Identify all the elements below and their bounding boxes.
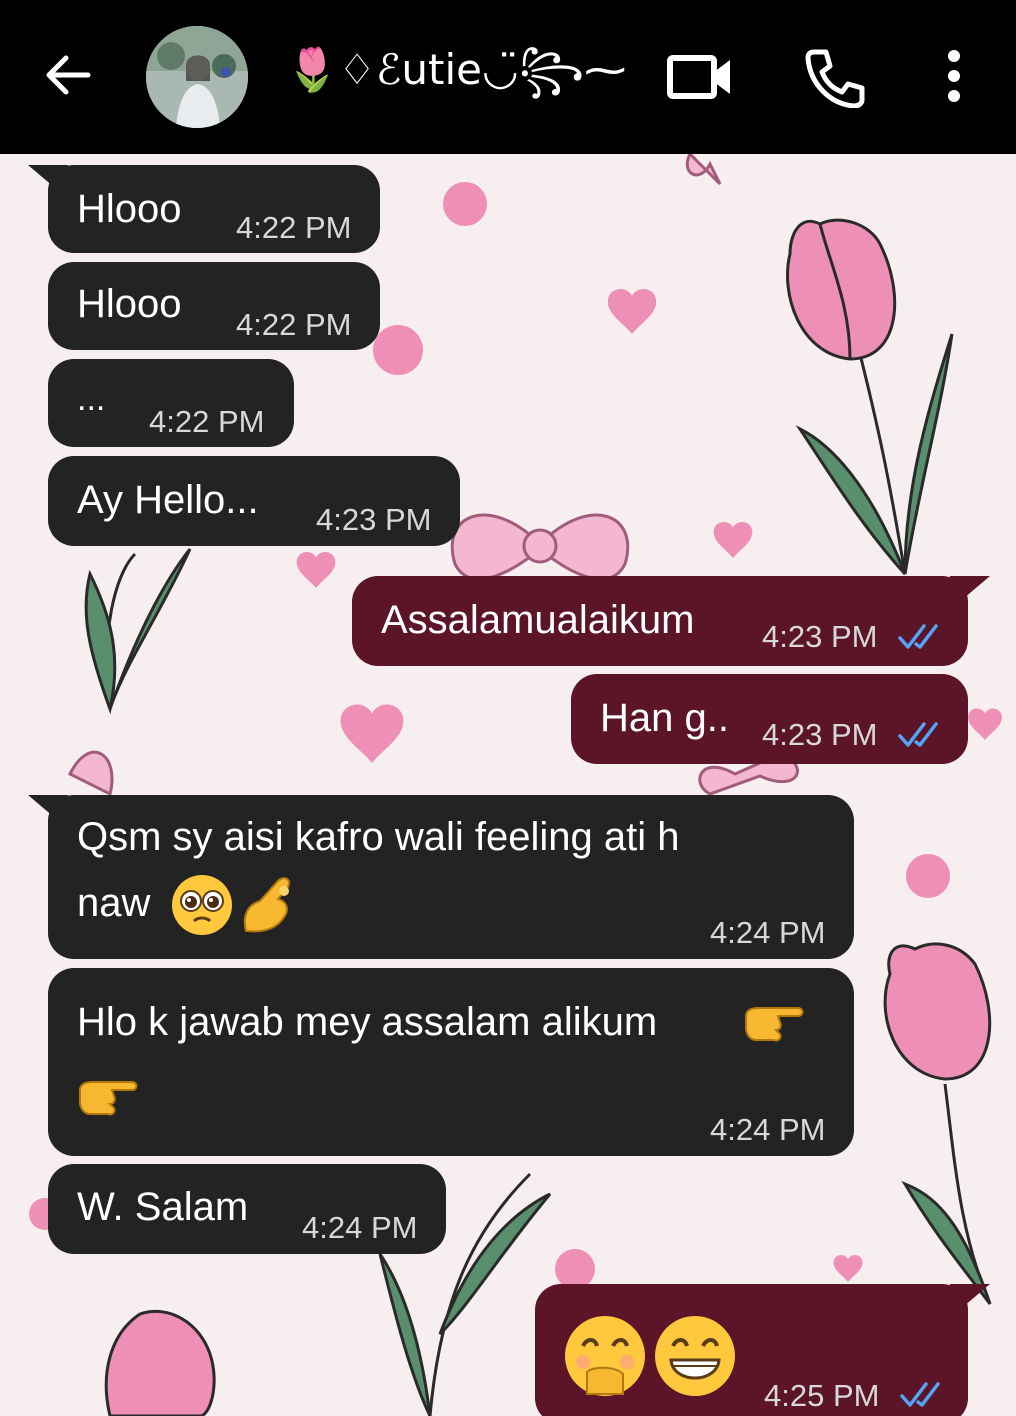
avatar[interactable] xyxy=(146,26,248,128)
pointing-right-icon xyxy=(745,1007,804,1042)
message-bubble-incoming[interactable]: Hlooo 4:22 PM xyxy=(48,262,380,350)
message-text: Assalamualaikum xyxy=(381,598,695,642)
pointing-right-icon xyxy=(79,1081,138,1116)
message-text: Han g.. xyxy=(600,696,729,740)
message-time: 4:25 PM xyxy=(764,1378,880,1413)
message-bubble-incoming[interactable]: Ay Hello... 4:23 PM xyxy=(48,456,460,546)
pleading-face-icon xyxy=(172,875,232,935)
grinning-face-icon xyxy=(655,1316,735,1396)
face-with-hand-over-mouth-icon xyxy=(565,1316,645,1396)
message-text: W. Salam xyxy=(77,1185,249,1229)
message-text: Ay Hello... xyxy=(77,478,259,522)
read-receipt-icon xyxy=(900,1382,940,1407)
read-receipt-icon xyxy=(898,722,938,747)
message-bubble-outgoing[interactable]: Han g.. 4:23 PM xyxy=(571,674,968,764)
back-arrow-icon[interactable] xyxy=(38,45,98,105)
message-time: 4:24 PM xyxy=(302,1210,418,1245)
message-text: naw xyxy=(77,881,151,925)
message-time: 4:23 PM xyxy=(762,717,878,752)
message-bubble-outgoing[interactable]: 4:25 PM xyxy=(535,1284,968,1416)
message-bubble-incoming[interactable]: W. Salam 4:24 PM xyxy=(48,1164,446,1254)
contact-name[interactable]: 🌷♢ℰutie◡̈꧂⁓ xyxy=(286,38,626,123)
message-bubble-incoming[interactable]: Hlooo 4:22 PM xyxy=(48,165,380,253)
message-text: Hlo k jawab mey assalam alikum xyxy=(77,1000,658,1044)
message-bubble-incoming[interactable]: ... 4:22 PM xyxy=(48,359,294,447)
video-call-icon[interactable] xyxy=(664,44,738,108)
message-time: 4:22 PM xyxy=(236,307,352,342)
message-time: 4:24 PM xyxy=(710,1112,826,1147)
message-time: 4:23 PM xyxy=(762,619,878,654)
message-time: 4:23 PM xyxy=(316,502,432,537)
message-text: ... xyxy=(77,380,106,418)
message-text: Hlooo xyxy=(77,187,182,231)
phone-icon[interactable] xyxy=(800,46,870,108)
message-bubble-incoming[interactable]: Hlo k jawab mey assalam alikum 4:24 PM xyxy=(48,968,854,1156)
message-bubble-outgoing[interactable]: Assalamualaikum 4:23 PM xyxy=(352,576,968,666)
read-receipt-icon xyxy=(898,624,938,649)
message-bubble-incoming[interactable]: Qsm sy aisi kafro wali feeling ati h naw… xyxy=(48,795,854,959)
pinching-hand-icon xyxy=(243,877,290,933)
message-text: Qsm sy aisi kafro wali feeling ati h xyxy=(77,815,680,859)
message-time: 4:22 PM xyxy=(149,404,265,439)
chat-header: 🌷♢ℰutie◡̈꧂⁓ xyxy=(0,0,1016,154)
more-options-icon[interactable] xyxy=(934,46,974,106)
message-text: Hlooo xyxy=(77,282,182,326)
message-time: 4:22 PM xyxy=(236,210,352,245)
message-time: 4:24 PM xyxy=(710,915,826,950)
